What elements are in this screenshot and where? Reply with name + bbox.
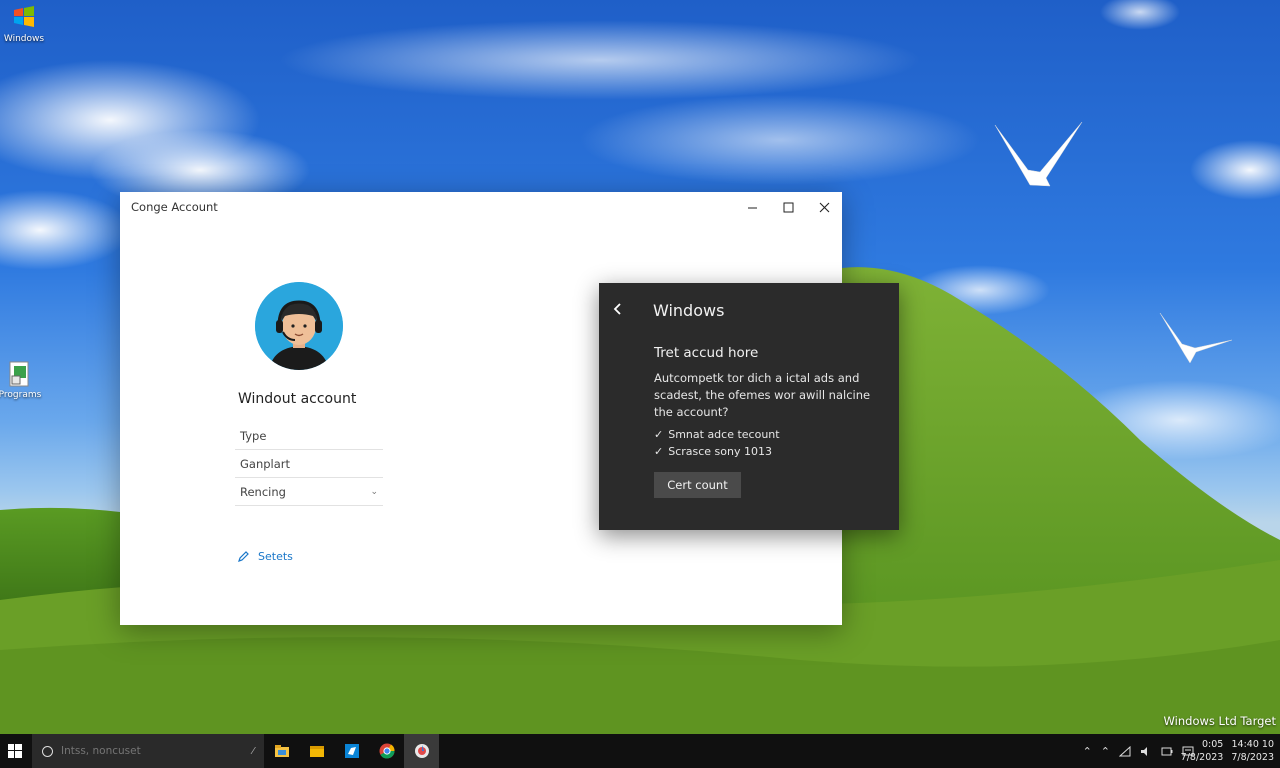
edit-pencil-icon — [238, 551, 249, 562]
microphone-icon[interactable]: ⁄ — [252, 746, 254, 757]
store-icon — [344, 744, 359, 758]
check-item-label: Scrasce sony 1013 — [668, 445, 772, 458]
clock-date: 7/8/2023 — [1180, 752, 1224, 763]
file-explorer-icon — [274, 745, 289, 757]
field-label: Rencing — [240, 484, 286, 499]
close-button[interactable] — [806, 192, 842, 222]
account-name: Windout account — [238, 391, 357, 407]
system-tray: ⌃ ⌃ — [1083, 734, 1194, 768]
window-controls — [734, 192, 842, 222]
windows-start-icon — [8, 744, 22, 758]
desktop-icon-windows[interactable]: Windows — [0, 4, 48, 44]
windows-logo-icon — [11, 4, 37, 30]
clock-time-secondary: 14:40 10 — [1231, 739, 1275, 750]
maximize-button[interactable] — [770, 192, 806, 222]
chevron-up-icon[interactable]: ⌃ — [1083, 745, 1092, 758]
field-label: Type — [240, 428, 267, 443]
chevron-down-icon: ⌄ — [370, 486, 378, 497]
app-icon — [414, 744, 429, 758]
checkmark-icon: ✓ — [654, 445, 664, 458]
chevron-left-icon — [613, 303, 621, 315]
field-type[interactable]: Type — [235, 422, 383, 450]
desktop-watermark: Windows Ltd Target — [1163, 714, 1276, 728]
flyout-action-button[interactable]: Cert count — [654, 472, 741, 498]
check-item: ✓ Scrasce sony 1013 — [654, 445, 772, 458]
maximize-icon — [783, 202, 793, 212]
taskbar-app-store[interactable] — [334, 734, 369, 768]
chrome-icon — [379, 743, 395, 759]
folder-icon — [309, 746, 324, 757]
flyout-title: Windows — [653, 301, 725, 320]
program-file-icon — [7, 360, 33, 387]
taskbar-app-file-explorer[interactable] — [264, 734, 299, 768]
taskbar-search-input[interactable] — [61, 745, 245, 757]
battery-icon[interactable] — [1161, 746, 1173, 757]
field-label: Ganplart — [240, 456, 291, 471]
taskbar-app-folder[interactable] — [299, 734, 334, 768]
start-button[interactable] — [0, 734, 30, 768]
taskbar-search-box[interactable]: ⁄ — [32, 734, 264, 768]
settings-link[interactable]: Setets — [238, 550, 293, 563]
clock-time: 0:05 — [1201, 739, 1224, 750]
clock-date-secondary: 7/8/2023 — [1231, 752, 1274, 763]
minimize-icon — [747, 207, 757, 208]
minimize-button[interactable] — [734, 192, 770, 222]
network-icon[interactable] — [1119, 745, 1131, 757]
taskbar-app-active[interactable] — [404, 734, 439, 768]
checkmark-icon: ✓ — [654, 428, 664, 441]
desktop-icon-programs[interactable]: Programs — [0, 360, 44, 400]
volume-icon[interactable] — [1140, 746, 1152, 757]
avatar[interactable] — [255, 282, 343, 370]
field-rencing-dropdown[interactable]: Rencing ⌄ — [235, 478, 383, 506]
taskbar: ⁄ ⌃ ⌃ 0:05 7/8/2023 14:40 10 — [0, 734, 1280, 768]
desktop-icon-label: Programs — [0, 390, 42, 400]
taskbar-app-chrome[interactable] — [369, 734, 404, 768]
check-item: ✓ Smnat adce tecount — [654, 428, 780, 441]
close-icon — [819, 202, 829, 212]
chevron-up-icon[interactable]: ⌃ — [1101, 745, 1110, 758]
flyout-description: Autcompetk tor dich a ictal ads and scad… — [654, 371, 871, 419]
window-titlebar[interactable]: Conge Account — [120, 192, 842, 222]
search-icon — [42, 745, 53, 757]
user-avatar-icon — [255, 282, 343, 370]
taskbar-clock[interactable]: 0:05 7/8/2023 14:40 10 7/8/2023 — [1181, 738, 1274, 764]
back-button[interactable] — [613, 297, 631, 321]
check-item-label: Smnat adce tecount — [668, 428, 780, 441]
window-title: Conge Account — [131, 200, 218, 214]
account-flyout-panel: Windows Tret accud hore Autcompetk tor d… — [599, 283, 899, 530]
field-ganplart[interactable]: Ganplart — [235, 450, 383, 478]
flyout-heading: Tret accud hore — [654, 345, 759, 361]
desktop-icon-label: Windows — [3, 34, 45, 44]
settings-link-label: Setets — [258, 550, 293, 563]
